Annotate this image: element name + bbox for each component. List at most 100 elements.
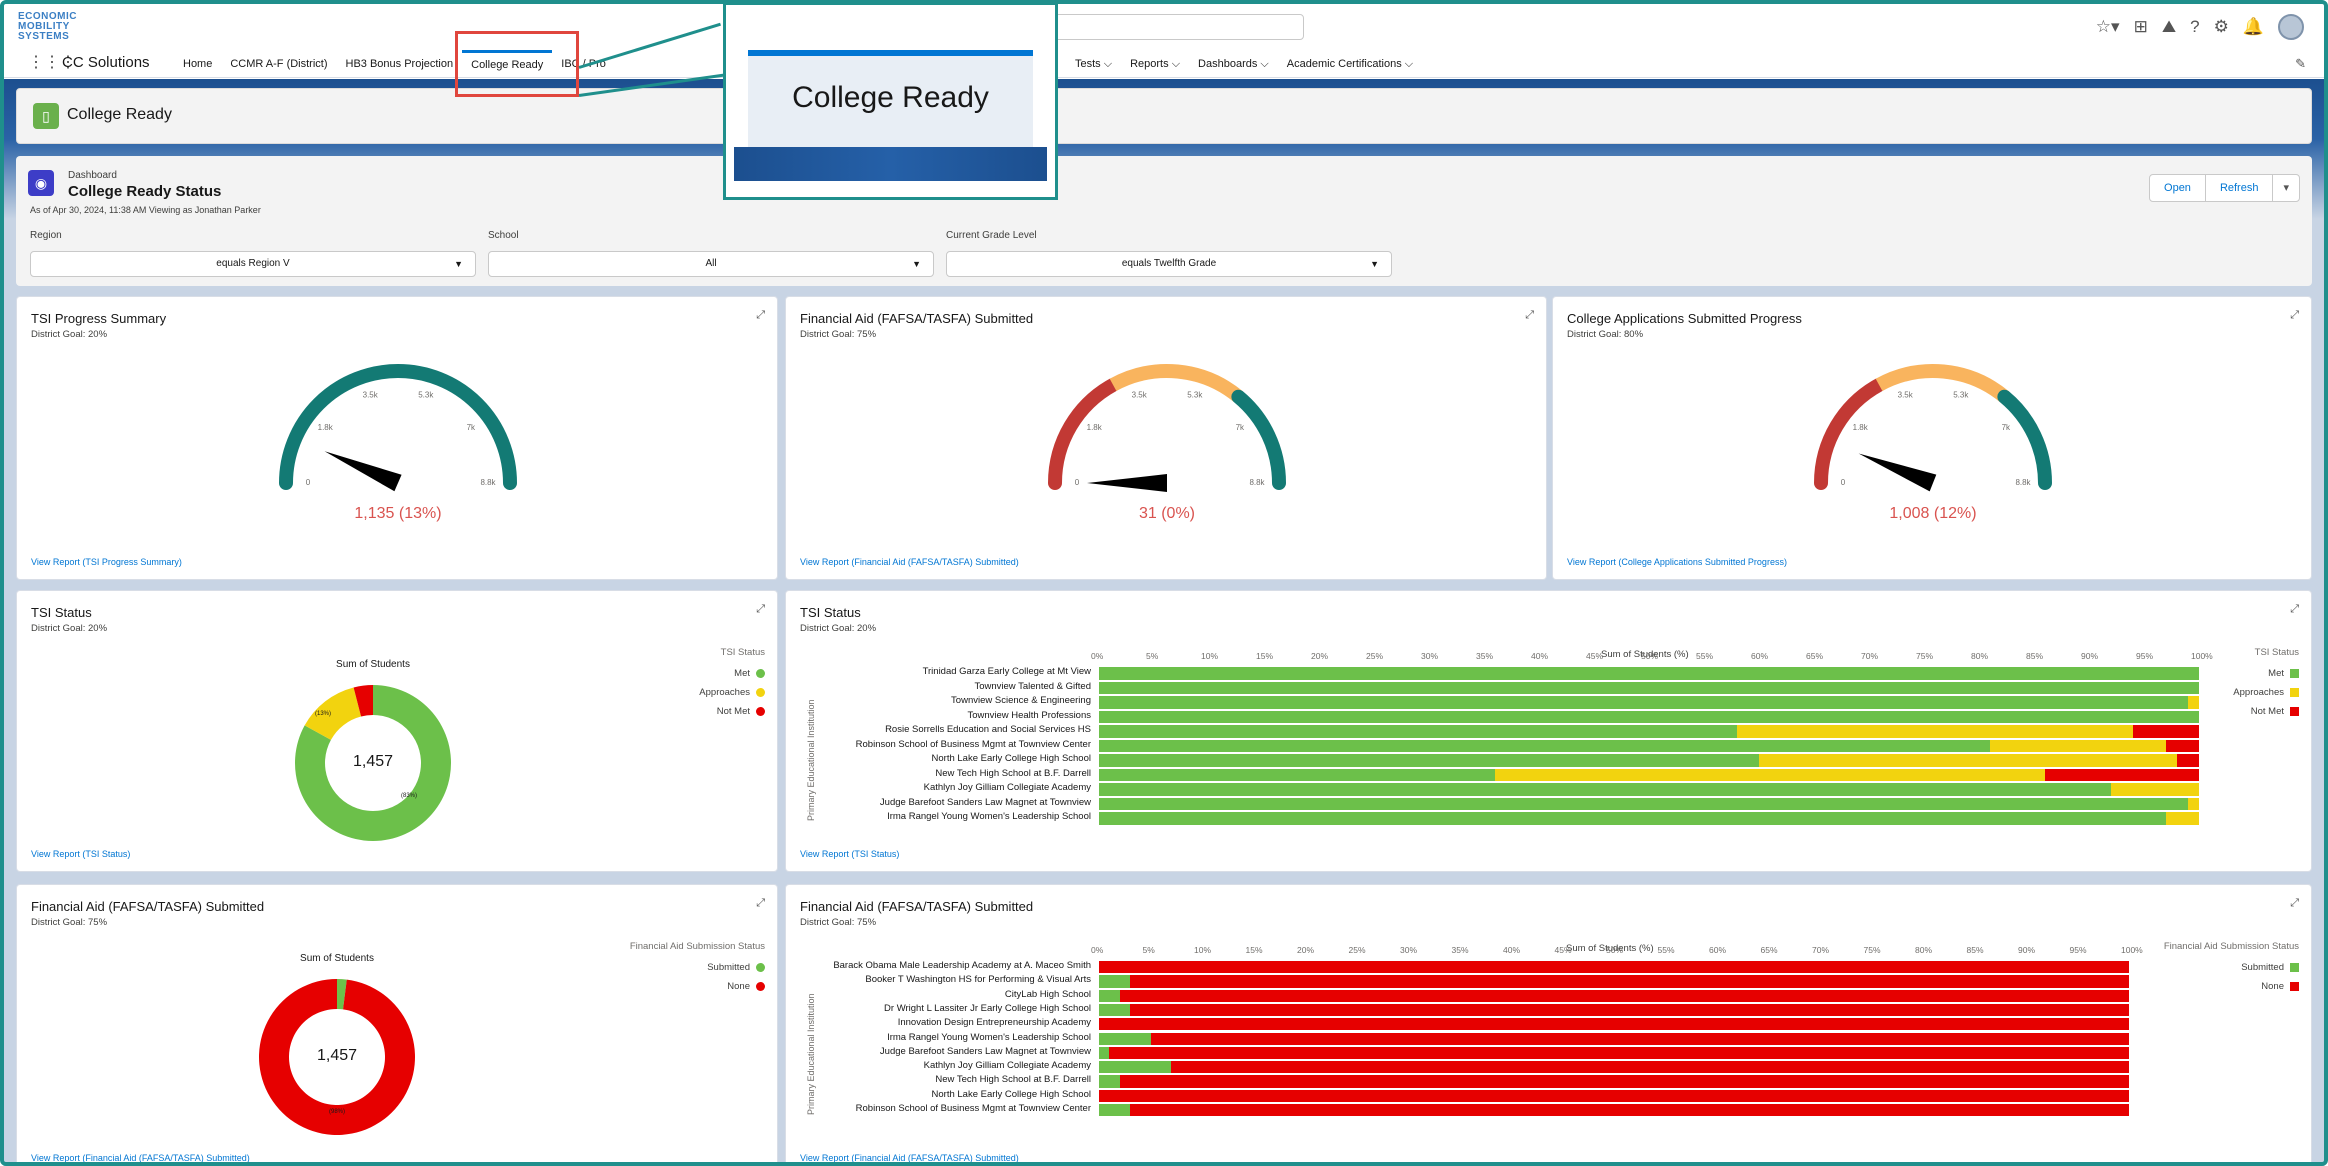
- bar-segment-approaches[interactable]: [2111, 783, 2199, 796]
- tab-dashboards[interactable]: Dashboards ⌵: [1189, 50, 1278, 78]
- bar-segment-none[interactable]: [1099, 1089, 2129, 1102]
- legend-item-met[interactable]: Met: [699, 668, 765, 679]
- global-search-input[interactable]: [1034, 14, 1304, 40]
- bar-segment-approaches[interactable]: [1759, 754, 2177, 767]
- tab-hb3-bonus-projection[interactable]: HB3 Bonus Projection: [337, 50, 463, 78]
- bar-segment-approaches[interactable]: [2188, 696, 2199, 709]
- bar-segment-approaches[interactable]: [1737, 725, 2133, 738]
- view-report-link[interactable]: View Report (TSI Status): [800, 849, 899, 859]
- bar-segment-none[interactable]: [1129, 975, 2129, 988]
- bar-segment-submitted[interactable]: [1099, 1075, 1120, 1088]
- bar-segment-none[interactable]: [1129, 1104, 2129, 1117]
- favorites-icon[interactable]: ☆▾: [2096, 17, 2120, 37]
- view-report-link[interactable]: View Report (TSI Status): [31, 849, 130, 859]
- open-button[interactable]: Open: [2150, 175, 2206, 201]
- bar-segment-none[interactable]: [1171, 1061, 2129, 1074]
- avatar[interactable]: [2278, 14, 2304, 40]
- bar-segment-none[interactable]: [1119, 989, 2129, 1002]
- view-report-link[interactable]: View Report (Financial Aid (FAFSA/TASFA)…: [31, 1153, 250, 1163]
- more-actions-button[interactable]: ▾: [2273, 175, 2299, 201]
- expand-icon[interactable]: ⤢: [756, 603, 765, 616]
- view-report-link[interactable]: View Report (TSI Progress Summary): [31, 557, 182, 567]
- x-tick-label: 45%: [1554, 945, 1572, 955]
- view-report-link[interactable]: View Report (Financial Aid (FAFSA/TASFA)…: [800, 1153, 1019, 1163]
- filter-school-select[interactable]: All ▼: [488, 251, 934, 277]
- bar-segment-submitted[interactable]: [1099, 989, 1120, 1002]
- bar-segment-not-met[interactable]: [2177, 754, 2199, 767]
- bar-segment-submitted[interactable]: [1099, 1061, 1172, 1074]
- notifications-bell-icon[interactable]: 🔔: [2243, 17, 2264, 37]
- bar-segment-none[interactable]: [1129, 1003, 2129, 1017]
- tab-reports[interactable]: Reports ⌵: [1121, 50, 1189, 78]
- gauge-tick-label: 5.3k: [1187, 390, 1203, 399]
- bar-segment-met[interactable]: [1099, 725, 1737, 738]
- filter-grade-select[interactable]: equals Twelfth Grade ▼: [946, 251, 1392, 277]
- expand-icon[interactable]: ⤢: [2290, 897, 2299, 910]
- x-tick-label: 30%: [1421, 651, 1439, 661]
- expand-icon[interactable]: ⤢: [756, 309, 765, 322]
- view-report-link[interactable]: View Report (Financial Aid (FAFSA/TASFA)…: [800, 557, 1019, 567]
- expand-icon[interactable]: ⤢: [2290, 309, 2299, 322]
- help-icon[interactable]: ?: [2190, 17, 2199, 37]
- bar-segment-submitted[interactable]: [1099, 1104, 1130, 1117]
- legend-item-not-met[interactable]: Not Met: [2233, 706, 2299, 717]
- legend-item-none[interactable]: None: [630, 981, 765, 992]
- legend-item-none[interactable]: None: [2164, 981, 2299, 992]
- bar-segment-submitted[interactable]: [1099, 1032, 1151, 1045]
- bar-segment-not-met[interactable]: [2133, 725, 2199, 738]
- bar-segment-approaches[interactable]: [1495, 768, 2045, 781]
- bar-segment-submitted[interactable]: [1099, 1046, 1110, 1060]
- bar-segment-not-met[interactable]: [2045, 768, 2199, 781]
- bar-segment-met[interactable]: [1099, 797, 2188, 810]
- bar-segment-met[interactable]: [1099, 667, 2199, 680]
- bar-segment-approaches[interactable]: [2188, 797, 2199, 810]
- add-icon[interactable]: ⊞: [2134, 17, 2148, 37]
- setup-gear-icon[interactable]: ⚙: [2214, 17, 2229, 37]
- tab-academic-certifications[interactable]: Academic Certifications ⌵: [1278, 50, 1422, 78]
- bar-segment-none[interactable]: [1119, 1075, 2129, 1088]
- bar-segment-met[interactable]: [1099, 754, 1759, 767]
- legend-item-met[interactable]: Met: [2233, 668, 2299, 679]
- bar-segment-met[interactable]: [1099, 710, 2199, 723]
- nav-tabs-right: Tests ⌵ Reports ⌵ Dashboards ⌵ Academic …: [1066, 50, 1422, 78]
- x-tick-label: 60%: [1709, 945, 1727, 955]
- bar-segment-met[interactable]: [1099, 681, 2199, 694]
- tab-tests[interactable]: Tests ⌵: [1066, 50, 1121, 78]
- legend-item-approaches[interactable]: Approaches: [699, 687, 765, 698]
- refresh-button[interactable]: Refresh: [2206, 175, 2274, 201]
- bar-segment-none[interactable]: [1109, 1046, 2129, 1060]
- x-tick-label: 45%: [1586, 651, 1604, 661]
- tab-ccmr-district[interactable]: CCMR A-F (District): [221, 50, 336, 78]
- bar-segment-met[interactable]: [1099, 783, 2111, 796]
- expand-icon[interactable]: ⤢: [2290, 603, 2299, 616]
- bar-segment-met[interactable]: [1099, 812, 2166, 825]
- filter-region-select[interactable]: equals Region V ▼: [30, 251, 476, 277]
- bar-segment-not-met[interactable]: [2166, 739, 2199, 752]
- company-logo[interactable]: ECONOMIC MOBILITY SYSTEMS: [18, 12, 88, 42]
- app-launcher-icon[interactable]: ⋮⋮⋮: [28, 54, 76, 72]
- legend-item-approaches[interactable]: Approaches: [2233, 687, 2299, 698]
- bar-segment-none[interactable]: [1099, 1018, 2129, 1031]
- legend-item-submitted[interactable]: Submitted: [2164, 962, 2299, 973]
- trailhead-icon[interactable]: ⛰: [2162, 17, 2176, 37]
- view-report-link[interactable]: View Report (College Applications Submit…: [1567, 557, 1787, 567]
- bar-segment-none[interactable]: [1099, 961, 2129, 974]
- dashboard-type-label: Dashboard: [68, 170, 117, 181]
- legend-item-submitted[interactable]: Submitted: [630, 962, 765, 973]
- bar-segment-submitted[interactable]: [1099, 1003, 1130, 1017]
- bar-segment-met[interactable]: [1099, 696, 2188, 709]
- legend-item-not-met[interactable]: Not Met: [699, 706, 765, 717]
- expand-icon[interactable]: ⤢: [756, 897, 765, 910]
- expand-icon[interactable]: ⤢: [1525, 309, 1534, 322]
- bar-segment-approaches[interactable]: [2166, 812, 2199, 825]
- gauge-needle: [324, 451, 402, 492]
- bar-segment-met[interactable]: [1099, 768, 1495, 781]
- category-label: Kathlyn Joy Gilliam Collegiate Academy: [923, 782, 1091, 793]
- gauge-tick-label: 0: [1075, 478, 1080, 487]
- bar-segment-submitted[interactable]: [1099, 975, 1130, 988]
- bar-segment-approaches[interactable]: [1990, 739, 2166, 752]
- tab-home[interactable]: Home: [174, 50, 221, 78]
- edit-nav-pencil-icon[interactable]: ✎: [2295, 56, 2306, 72]
- bar-segment-met[interactable]: [1099, 739, 1990, 752]
- bar-segment-none[interactable]: [1150, 1032, 2129, 1045]
